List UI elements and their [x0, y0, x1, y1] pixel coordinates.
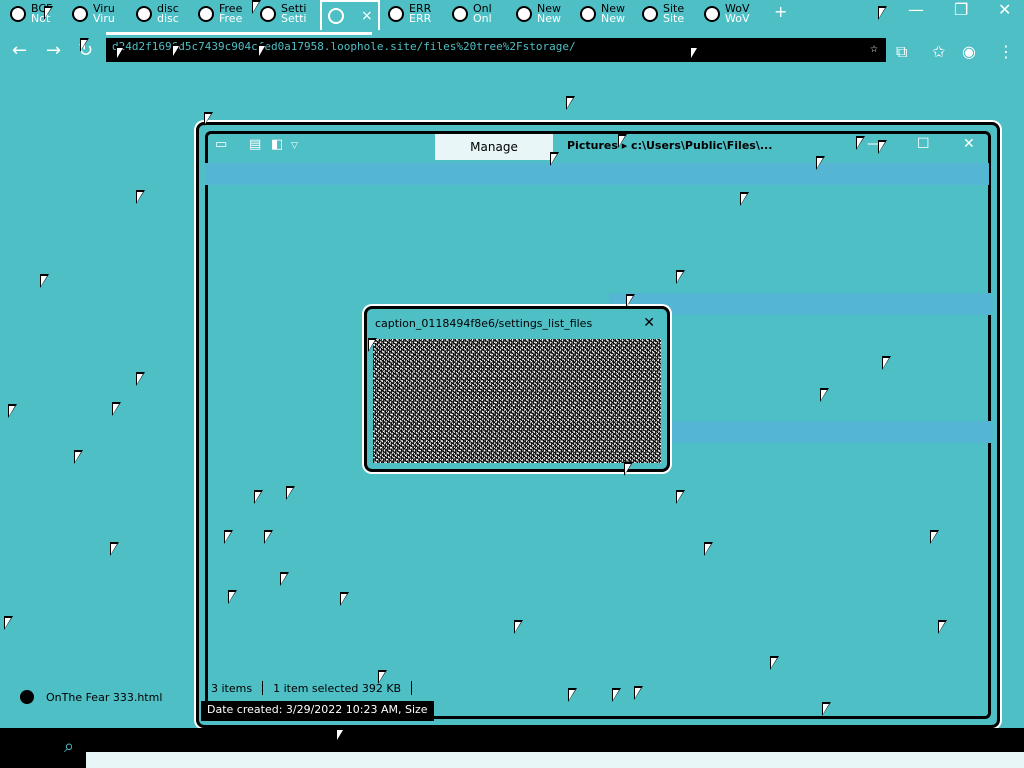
tab-site[interactable]: Site Site: [636, 0, 698, 28]
explorer-maximize-button[interactable]: ☐: [917, 136, 930, 152]
address-underline: [106, 32, 372, 35]
star-icon[interactable]: ☆: [870, 41, 878, 56]
globe-icon: [328, 8, 344, 24]
chevron-down-icon[interactable]: ▽: [291, 141, 298, 151]
explorer-minimize-button[interactable]: —: [867, 136, 881, 152]
file-icon: [20, 690, 34, 704]
tab-settings[interactable]: Setti Setti: [254, 0, 318, 28]
taskbar-strip: [86, 752, 1024, 768]
preview-dialog: caption_0118494f8e6/settings_list_files …: [364, 306, 670, 472]
manage-tab[interactable]: Manage: [435, 134, 553, 160]
globe-icon: [198, 6, 214, 22]
globe-icon: [388, 6, 404, 22]
doc-icon: [452, 6, 468, 22]
new-folder-icon[interactable]: ◧: [271, 137, 283, 152]
globe-icon: [516, 6, 532, 22]
tab-disc[interactable]: disc disc: [130, 0, 192, 28]
tab-wov[interactable]: WoV WoV: [698, 0, 760, 28]
doc-icon: [72, 6, 88, 22]
favorites-icon[interactable]: ✩: [932, 42, 945, 61]
close-window-button[interactable]: ✕: [998, 0, 1011, 19]
ribbon: [205, 163, 989, 185]
new-tab-button[interactable]: +: [774, 2, 787, 21]
reload-button[interactable]: ↻: [78, 40, 93, 61]
menu-icon[interactable]: ⋮: [998, 42, 1014, 61]
taskbar: ⌕: [0, 728, 1024, 768]
selection-info: 1 item selected 392 KB: [273, 681, 402, 695]
address-bar[interactable]: d24d2f1696d5c7439c904cfed0a17958.loophol…: [106, 38, 886, 62]
noise-image: [373, 339, 661, 463]
globe-icon: [10, 6, 26, 22]
profile-icon[interactable]: ◉: [962, 42, 976, 61]
address-text: d24d2f1696d5c7439c904cfed0a17958.loophol…: [112, 40, 576, 53]
tab-active[interactable]: ×: [320, 0, 380, 30]
divider: [262, 681, 264, 695]
status-bar: 3 items 1 item selected 392 KB: [211, 677, 413, 699]
tab-new-1[interactable]: New New: [510, 0, 572, 28]
close-icon[interactable]: ✕: [643, 315, 655, 331]
collections-icon[interactable]: ⧉: [896, 42, 907, 62]
minimize-button[interactable]: —: [908, 0, 924, 19]
properties-icon[interactable]: ▤: [249, 137, 261, 152]
dialog-title: caption_0118494f8e6/settings_list_files: [375, 317, 593, 330]
search-icon[interactable]: ⌕: [64, 736, 74, 757]
navigation-bar: ← → ↻ d24d2f1696d5c7439c904cfed0a17958.l…: [0, 30, 1024, 70]
tab-onl[interactable]: Onl Onl: [446, 0, 508, 28]
divider: [411, 681, 413, 695]
item-count: 3 items: [211, 681, 253, 695]
restore-button[interactable]: ❐: [954, 0, 968, 19]
close-tab-icon[interactable]: ×: [361, 8, 373, 24]
globe-icon: [580, 6, 596, 22]
tab-virus[interactable]: Viru Viru: [66, 0, 130, 28]
tab-strip: BCF Not Viru Viru disc disc Free Free Setti S…: [0, 0, 1024, 30]
desktop-file[interactable]: OnThe Fear 333.html: [20, 690, 162, 704]
globe-icon: [136, 6, 152, 22]
window-title: Pictures ▸ c:\Users\Public\Files\...: [567, 139, 773, 152]
tab-err[interactable]: ERR ERR: [382, 0, 444, 28]
folder-icon[interactable]: ▭: [215, 137, 227, 152]
explorer-close-button[interactable]: ✕: [963, 136, 975, 152]
globe-icon: [642, 6, 658, 22]
gear-icon: [260, 6, 276, 22]
globe-icon: [704, 6, 720, 22]
tab-bcf[interactable]: BCF Not: [4, 0, 66, 28]
tab-free[interactable]: Free Free: [192, 0, 254, 28]
highlight-band: [663, 421, 993, 443]
tab-new-2[interactable]: New New: [574, 0, 636, 28]
back-button[interactable]: ←: [12, 40, 27, 61]
file-tooltip: Date created: 3/29/2022 10:23 AM, Size: [201, 701, 434, 721]
desktop-file-label: OnThe Fear 333.html: [46, 690, 163, 704]
forward-button[interactable]: →: [46, 40, 61, 61]
